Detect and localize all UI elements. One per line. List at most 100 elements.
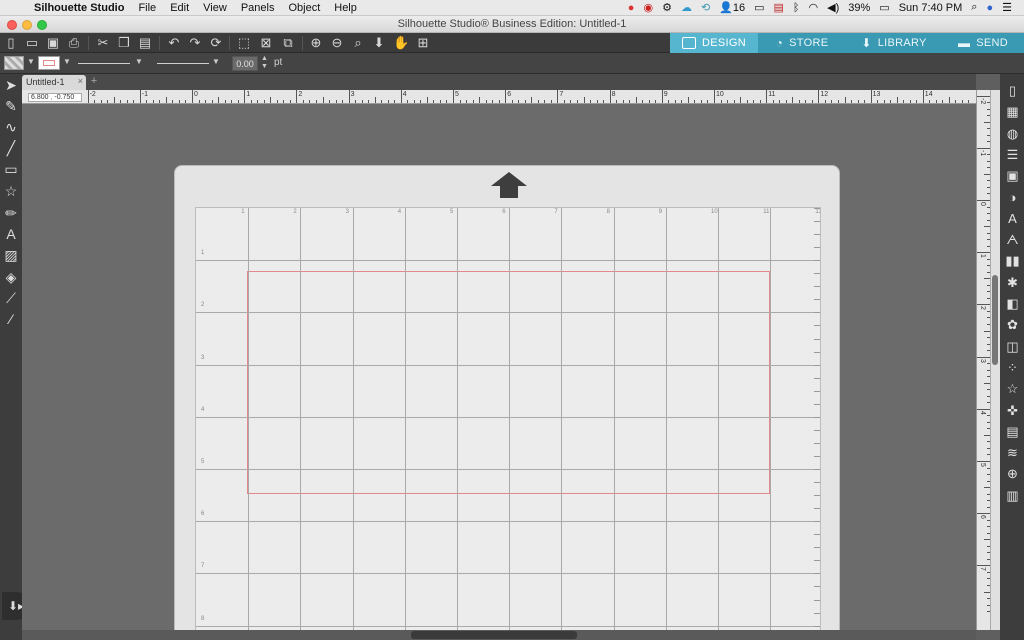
contrast-icon[interactable]: ◑: [1004, 189, 1021, 206]
sketch-icon[interactable]: ☆: [1004, 380, 1021, 397]
deselect-icon[interactable]: ⊠: [258, 35, 274, 51]
menu-file[interactable]: File: [131, 2, 163, 14]
align-icon[interactable]: ▮▮: [1004, 252, 1021, 269]
redo-icon[interactable]: ↷: [187, 35, 203, 51]
ruler-label: 10: [716, 91, 724, 98]
line-width-stepper[interactable]: ▲ ▼: [261, 55, 268, 71]
group-icon[interactable]: ⧉: [280, 35, 296, 51]
new-tab-button[interactable]: +: [88, 75, 100, 90]
font-icon[interactable]: ᗅ: [1004, 231, 1021, 248]
line-options-bar: ▼ ▼ ▼ ▼ ▲▼ pt: [0, 53, 1024, 74]
mat-row-number: 8: [201, 615, 205, 622]
shop-icon[interactable]: ▥: [1004, 487, 1021, 504]
fill-icon[interactable]: ◍: [1004, 125, 1021, 142]
emboss-icon[interactable]: ✜: [1004, 402, 1021, 419]
fill-dropdown-arrow-icon[interactable]: ▼: [27, 57, 35, 66]
line-icon[interactable]: ╱: [2, 139, 20, 157]
fit-to-page-icon[interactable]: ⊞: [415, 35, 431, 51]
library-panel-icon[interactable]: ▤: [1004, 423, 1021, 440]
line-join-dropdown-arrow-icon[interactable]: ▼: [212, 57, 220, 66]
pencil-icon[interactable]: ✏: [2, 204, 20, 222]
menu-help[interactable]: Help: [327, 2, 364, 14]
print-icon[interactable]: ⎙: [66, 35, 82, 51]
tab-design[interactable]: DESIGN: [670, 33, 758, 53]
status-sync-icon[interactable]: ⟲: [701, 1, 710, 14]
battery-icon[interactable]: ▭: [879, 1, 889, 14]
line-style-select[interactable]: [78, 63, 130, 64]
replicate-icon[interactable]: ✱: [1004, 274, 1021, 291]
transform-icon[interactable]: ▣: [1004, 167, 1021, 184]
paste-icon[interactable]: ▤: [137, 35, 153, 51]
zoom-out-icon[interactable]: ⊖: [329, 35, 345, 51]
offset-icon[interactable]: ✿: [1004, 316, 1021, 333]
status-creative-icon[interactable]: ◉: [643, 1, 653, 14]
volume-icon[interactable]: ◀): [827, 1, 839, 14]
fill-color-swatch[interactable]: [4, 56, 24, 70]
smooth-icon[interactable]: ∿: [2, 118, 20, 136]
line-style-icon[interactable]: ☰: [1004, 146, 1021, 163]
pattern-icon[interactable]: ≋: [1004, 444, 1021, 461]
menu-object[interactable]: Object: [281, 2, 327, 14]
move-down-icon[interactable]: ⬇: [371, 35, 387, 51]
close-tab-icon[interactable]: ×: [78, 76, 83, 86]
line-width-input[interactable]: [232, 56, 258, 71]
pixscan-icon[interactable]: ▦: [1004, 103, 1021, 120]
tab-send[interactable]: ▬ SEND: [942, 33, 1024, 53]
copy-icon[interactable]: ❐: [116, 35, 132, 51]
design-canvas[interactable]: 12345678910111212345678: [22, 104, 976, 630]
star-icon[interactable]: ☆: [2, 182, 20, 200]
text-style-icon[interactable]: A: [1004, 210, 1021, 227]
open-icon[interactable]: ▭: [24, 35, 40, 51]
inbox-icon[interactable]: ▭: [754, 1, 764, 14]
clock[interactable]: Sun 7:40 PM: [899, 2, 963, 14]
zoom-in-icon[interactable]: ⊕: [308, 35, 324, 51]
pan-icon[interactable]: ✋: [393, 35, 409, 51]
select-arrow-icon[interactable]: ➤: [2, 76, 20, 94]
nesting-icon[interactable]: ⊕: [1004, 465, 1021, 482]
status-cloud-icon[interactable]: ☁: [681, 1, 692, 14]
new-document-icon[interactable]: ▯: [3, 35, 19, 51]
vertical-scroll-thumb[interactable]: [992, 275, 998, 365]
cut-icon[interactable]: ✂: [95, 35, 111, 51]
undo-icon[interactable]: ↶: [166, 35, 182, 51]
menu-view[interactable]: View: [196, 2, 234, 14]
bluetooth-icon[interactable]: ᛒ: [793, 2, 800, 14]
line-style-dropdown-arrow-icon[interactable]: ▼: [135, 57, 143, 66]
line-color-swatch[interactable]: [38, 56, 60, 70]
status-gear-icon[interactable]: ⚙: [662, 1, 672, 14]
menu-app-name[interactable]: Silhouette Studio: [28, 2, 131, 14]
tab-library[interactable]: ⬇ LIBRARY: [846, 33, 942, 53]
rhinestone-icon[interactable]: ⁘: [1004, 359, 1021, 376]
menu-edit[interactable]: Edit: [163, 2, 196, 14]
menu-panels[interactable]: Panels: [234, 2, 282, 14]
modify-icon[interactable]: ◧: [1004, 295, 1021, 312]
trace-icon[interactable]: ◫: [1004, 338, 1021, 355]
select-all-icon[interactable]: ⬚: [236, 35, 252, 51]
flag-us-icon[interactable]: ▤: [774, 1, 784, 14]
tab-store[interactable]: ◔ STORE: [758, 33, 846, 53]
eraser-icon[interactable]: ◈: [2, 268, 20, 286]
zoom-fit-icon[interactable]: ⌕: [350, 35, 366, 51]
point-edit-icon[interactable]: ✎: [2, 97, 20, 115]
eyedropper-icon[interactable]: ⁄: [2, 310, 20, 328]
battery-percent: 39%: [848, 1, 871, 14]
knife-icon[interactable]: ⟋: [2, 289, 20, 307]
ruler-label: 0: [979, 202, 986, 206]
spotlight-search-icon[interactable]: ⌕: [971, 1, 977, 14]
page-setup-icon[interactable]: ▯: [1004, 82, 1021, 99]
document-tab[interactable]: Untitled-1 ×: [22, 75, 86, 90]
notification-person-icon[interactable]: 👤16: [719, 1, 745, 14]
line-color-dropdown-arrow-icon[interactable]: ▼: [63, 57, 71, 66]
mat-row-number: 6: [201, 511, 205, 518]
status-app-icon[interactable]: ●: [628, 2, 635, 14]
redraw-icon[interactable]: ⟳: [208, 35, 224, 51]
notification-center-icon[interactable]: ☰: [1002, 1, 1012, 14]
horizontal-scroll-thumb[interactable]: [411, 631, 577, 639]
save-icon[interactable]: ▣: [45, 35, 61, 51]
wifi-icon[interactable]: ◠: [809, 1, 819, 14]
rectangle-icon[interactable]: ▭: [2, 160, 20, 178]
text-icon[interactable]: A: [2, 225, 20, 243]
image-icon[interactable]: ▨: [2, 246, 20, 264]
user-avatar-icon[interactable]: ●: [986, 2, 993, 14]
line-join-select[interactable]: [157, 63, 209, 64]
